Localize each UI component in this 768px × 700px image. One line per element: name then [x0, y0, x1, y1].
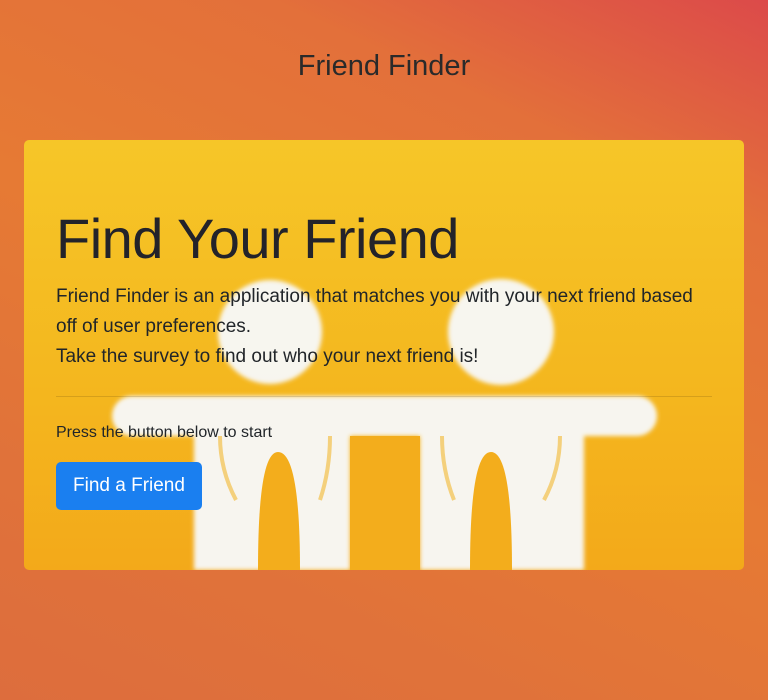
find-a-friend-button[interactable]: Find a Friend [56, 462, 202, 510]
page-title: Friend Finder [297, 50, 471, 82]
lead-paragraph: Friend Finder is an application that mat… [56, 282, 712, 372]
start-hint: Press the button below to start [56, 424, 273, 441]
divider [56, 396, 712, 397]
lead-call-to-action: Take the survey to find out who your nex… [56, 346, 479, 367]
jumbotron-content: Find Your Friend Friend Finder is an app… [56, 206, 712, 510]
hero-heading: Find Your Friend [56, 207, 459, 270]
lead-description: Friend Finder is an application that mat… [56, 286, 693, 337]
jumbotron: Find Your Friend Friend Finder is an app… [24, 140, 744, 570]
